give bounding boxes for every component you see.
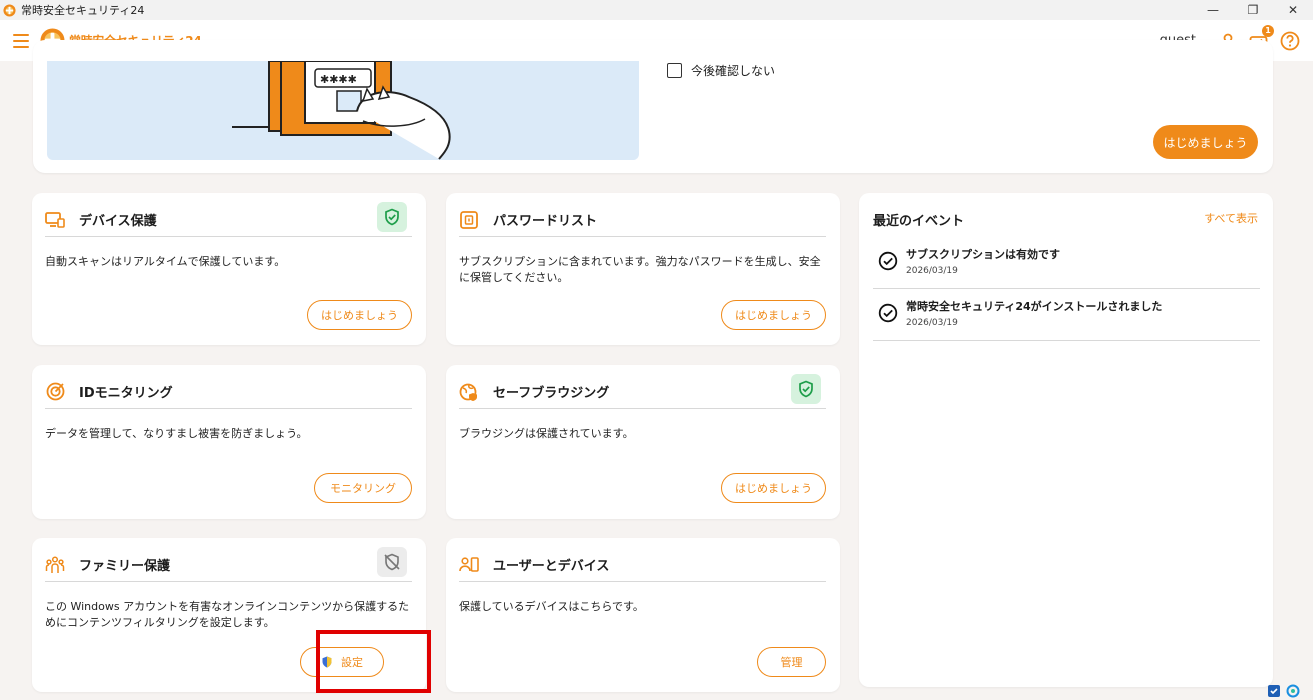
card-description: 保護しているデバイスはこちらです。	[459, 600, 644, 613]
card-description: ブラウジングは保護されています。	[459, 427, 634, 440]
password-icon	[459, 210, 479, 230]
dont-show-again-checkbox[interactable]	[667, 63, 682, 78]
monitor-icon	[45, 210, 65, 230]
device-start-button[interactable]: はじめましょう	[307, 300, 412, 330]
minimize-button[interactable]: —	[1193, 0, 1233, 20]
event-item: 常時安全セキュリティ24がインストールされました 2026/03/19	[873, 289, 1260, 341]
card-title: パスワードリスト	[493, 214, 598, 229]
event-text: サブスクリプションは有効です	[906, 248, 1060, 261]
welcome-banner: ✱✱✱✱ 今後確認しない はじめましょう	[33, 40, 1273, 173]
app-logo-icon	[3, 3, 16, 17]
safe-browsing-card: セーフブラウジング ブラウジングは保護されています。 はじめましょう	[446, 365, 840, 519]
recent-events-panel: 最近のイベント すべて表示 サブスクリプションは有効です 2026/03/19 …	[859, 193, 1273, 687]
svg-text:✱✱✱✱: ✱✱✱✱	[320, 73, 357, 86]
card-title: IDモニタリング	[79, 386, 173, 401]
highlight-box	[316, 630, 431, 693]
event-text: 常時安全セキュリティ24がインストールされました	[906, 300, 1163, 313]
safe-cat-illustration: ✱✱✱✱	[47, 61, 639, 160]
card-description: 自動スキャンはリアルタイムで保護しています。	[45, 255, 286, 268]
target-icon	[45, 382, 65, 402]
check-circle-icon	[878, 251, 898, 271]
menu-icon[interactable]	[13, 33, 29, 48]
card-title: ファミリー保護	[79, 559, 171, 574]
dont-show-again-row[interactable]: 今後確認しない	[667, 62, 775, 79]
event-item: サブスクリプションは有効です 2026/03/19	[873, 237, 1260, 289]
safe-browsing-start-button[interactable]: はじめましょう	[721, 473, 826, 503]
close-button[interactable]: ✕	[1273, 0, 1313, 20]
user-device-icon	[459, 555, 479, 575]
window-titlebar: 常時安全セキュリティ24 — ❐ ✕	[0, 0, 1313, 20]
check-circle-icon	[878, 303, 898, 323]
event-date: 2026/03/19	[906, 266, 958, 276]
security-tray-icon[interactable]	[1267, 684, 1281, 698]
window-controls: — ❐ ✕	[1193, 0, 1313, 20]
notification-badge: 1	[1262, 24, 1274, 37]
password-list-card: パスワードリスト サブスクリプションに含まれています。強力なパスワードを生成し、…	[446, 193, 840, 345]
family-icon	[45, 555, 65, 575]
dont-show-again-label: 今後確認しない	[691, 64, 776, 78]
show-all-link[interactable]: すべて表示	[1204, 210, 1258, 226]
card-description: サブスクリプションに含まれています。強力なパスワードを生成し、安全に保管してくだ…	[459, 255, 821, 284]
restore-button[interactable]: ❐	[1233, 0, 1273, 20]
card-title: セーフブラウジング	[493, 386, 610, 401]
window-title: 常時安全セキュリティ24	[21, 4, 145, 17]
globe-shield-icon	[459, 382, 479, 402]
event-date: 2026/03/19	[906, 318, 958, 328]
events-title: 最近のイベント	[873, 214, 965, 229]
manage-button[interactable]: 管理	[757, 647, 826, 677]
card-description: この Windows アカウントを有害なオンラインコンテンツから保護するためにコ…	[45, 600, 410, 629]
monitoring-button[interactable]: モニタリング	[314, 473, 412, 503]
protected-status-icon	[377, 202, 407, 232]
device-protection-card: デバイス保護 自動スキャンはリアルタイムで保護しています。 はじめましょう	[32, 193, 426, 345]
users-devices-card: ユーザーとデバイス 保護しているデバイスはこちらです。 管理	[446, 538, 840, 692]
card-description: データを管理して、なりすまし被害を防ぎましょう。	[45, 427, 308, 440]
card-title: ユーザーとデバイス	[493, 559, 610, 574]
hero-start-button[interactable]: はじめましょう	[1153, 125, 1258, 159]
protected-status-icon	[791, 374, 821, 404]
not-protected-status-icon	[377, 547, 407, 577]
help-icon[interactable]	[1279, 30, 1301, 52]
password-start-button[interactable]: はじめましょう	[721, 300, 826, 330]
system-tray	[1261, 682, 1313, 700]
card-title: デバイス保護	[79, 214, 157, 229]
id-monitoring-card: IDモニタリング データを管理して、なりすまし被害を防ぎましょう。 モニタリング	[32, 365, 426, 519]
copilot-tray-icon[interactable]	[1286, 684, 1300, 698]
